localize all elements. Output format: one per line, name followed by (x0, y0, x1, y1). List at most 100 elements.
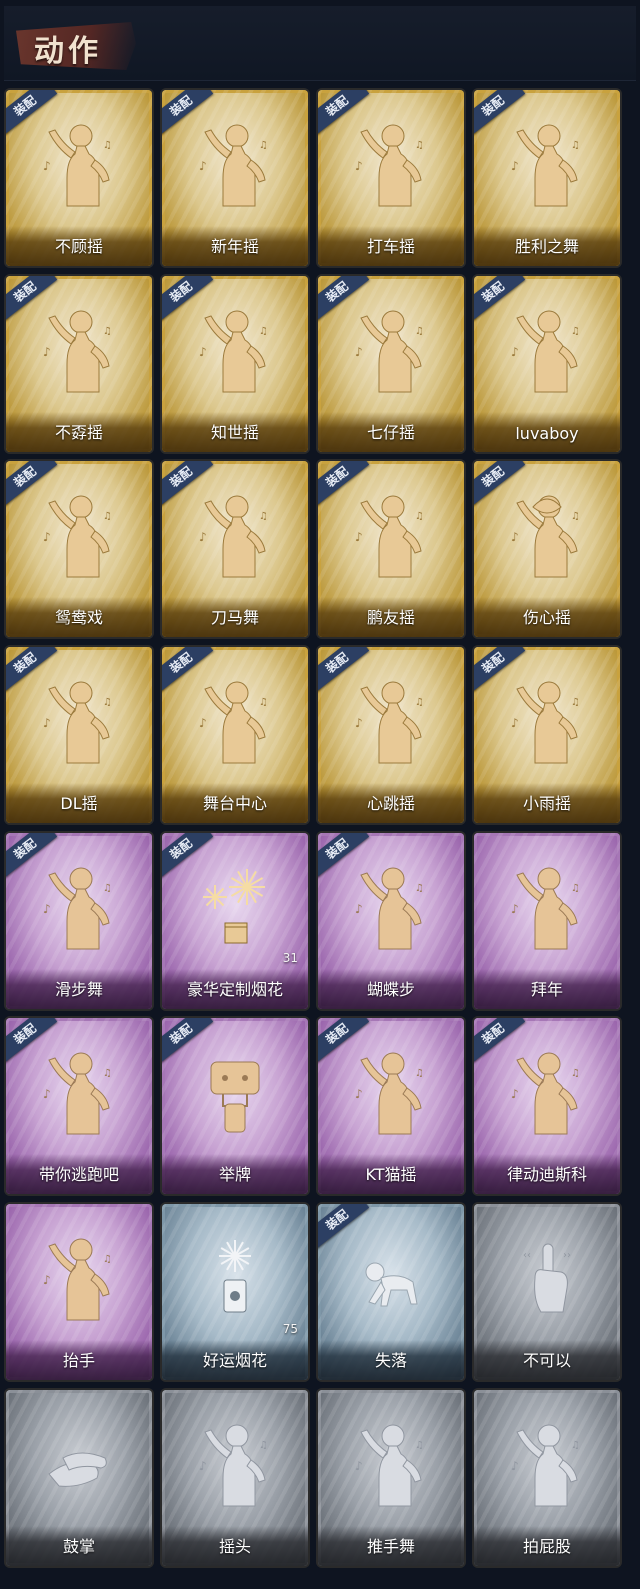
dance-figure-icon: ♪♫ (351, 675, 431, 767)
card-name: 新年摇 (210, 237, 259, 256)
svg-text:♫: ♫ (103, 140, 112, 151)
dance-figure-icon: ♪♫ (195, 304, 275, 396)
dance-figure-icon: ♪♫ (507, 304, 587, 396)
emote-card[interactable]: 豪华定制烟花 装配 31 (162, 833, 308, 1009)
dance-figure-icon: ♪♫ (507, 675, 587, 767)
emote-card[interactable]: 鼓掌 (6, 1390, 152, 1566)
emote-card[interactable]: ♪ ♫ 胜利之舞 装配 (474, 90, 620, 266)
crawling-figure-icon (365, 1262, 418, 1307)
svg-text:♫: ♫ (571, 697, 580, 708)
dance-figure-icon: ♪♫ (199, 681, 268, 764)
emote-card[interactable]: ♪ ♫ 小雨摇 装配 (474, 647, 620, 823)
svg-text:♫: ♫ (259, 697, 268, 708)
emote-card[interactable]: ♪ ♫ 鹏友摇 装配 (318, 461, 464, 637)
svg-text:♫: ♫ (571, 883, 580, 894)
emote-card[interactable]: 举牌 装配 (162, 1018, 308, 1194)
emote-card[interactable]: ♪ ♫ 知世摇 装配 (162, 276, 308, 452)
emote-card[interactable]: ♪ ♫ 新年摇 装配 (162, 90, 308, 266)
dance-figure-icon: ♪♫ (39, 861, 119, 953)
svg-text:♪: ♪ (511, 902, 519, 916)
emote-card[interactable]: ♪ ♫ 伤心摇 装配 (474, 461, 620, 637)
svg-text:♪: ♪ (355, 716, 363, 730)
dance-figure-icon: ♪♫ (39, 675, 119, 767)
emote-card[interactable]: ♪ ♫ 不孬摇 装配 (6, 276, 152, 452)
card-name: 鼓掌 (62, 1537, 95, 1556)
emote-card[interactable]: ‹‹ ›› 不可以 (474, 1204, 620, 1380)
emote-card[interactable]: ♪ ♫ 打车摇 装配 (318, 90, 464, 266)
dance-figure-icon: ♪♫ (355, 310, 424, 393)
svg-text:♪: ♪ (355, 1087, 363, 1101)
emote-card[interactable]: ♪ ♫ 七仔摇 装配 (318, 276, 464, 452)
card-name: 知世摇 (210, 423, 259, 442)
svg-text:♫: ♫ (259, 140, 268, 151)
emote-card[interactable]: ♪ ♫ 心跳摇 装配 (318, 647, 464, 823)
svg-text:♪: ♪ (43, 902, 51, 916)
spank-figure-icon: ♪♫ (507, 1418, 587, 1510)
svg-text:››: ›› (563, 1250, 571, 1261)
card-name: 蝴蝶步 (366, 980, 415, 999)
emote-card[interactable]: 好运烟花 75 (162, 1204, 308, 1380)
dance-figure-icon: ♪♫ (195, 118, 275, 210)
emote-card[interactable]: ♪ ♫ 推手舞 (318, 1390, 464, 1566)
card-name: 抬手 (62, 1351, 95, 1370)
greeting-figure-icon: ♪♫ (511, 867, 580, 950)
svg-text:♪: ♪ (511, 1459, 519, 1473)
dance-figure-icon: ♪♫ (43, 867, 112, 950)
card-name: 豪华定制烟花 (186, 980, 283, 999)
emote-card[interactable]: ♪ ♫ 抬手 (6, 1204, 152, 1380)
dance-figure-icon: ♪♫ (43, 1052, 112, 1135)
emote-card[interactable]: ♪ ♫ 拍屁股 (474, 1390, 620, 1566)
sign-figure-icon (210, 1061, 260, 1133)
svg-text:♪: ♪ (511, 716, 519, 730)
svg-text:♪: ♪ (355, 159, 363, 173)
emote-card[interactable]: ♪ ♫ 律动迪斯科 装配 (474, 1018, 620, 1194)
dance-figure-icon: ♪♫ (39, 489, 119, 581)
disco-figure-icon: ♪♫ (507, 1046, 587, 1138)
dance-figure-icon: ♪♫ (39, 118, 119, 210)
emote-card[interactable]: ♪ ♫ 不顾摇 装配 (6, 90, 152, 266)
dance-figure-icon: ♪♫ (355, 867, 424, 950)
svg-text:♪: ♪ (199, 716, 207, 730)
svg-text:♫: ♫ (571, 1440, 580, 1451)
svg-text:♫: ♫ (571, 1068, 580, 1079)
emote-card[interactable]: ♪ ♫ DL摇 装配 (6, 647, 152, 823)
emote-card[interactable]: 失落 装配 (318, 1204, 464, 1380)
card-name: 不顾摇 (54, 237, 103, 256)
svg-text:♪: ♪ (511, 159, 519, 173)
svg-text:♫: ♫ (259, 326, 268, 337)
emote-card[interactable]: ♪ ♫ 舞台中心 装配 (162, 647, 308, 823)
emote-card[interactable]: ♪ ♫ 滑步舞 装配 (6, 833, 152, 1009)
firework-tube-icon (195, 1232, 275, 1324)
svg-text:♫: ♫ (415, 326, 424, 337)
emote-card[interactable]: ♪ ♫ KT猫摇 装配 (318, 1018, 464, 1194)
dance-figure-icon: ♪♫ (355, 681, 424, 764)
emote-grid: ♪ ♫ 不顾摇 装配 ♪ ♫ 新年摇 装配 ♪ ♫ 打车摇 装配 ♪ ♫ 胜利之舞 装配 ♪ ♫ 不孬摇 装配 ♪ ♫ 知世… (0, 0, 640, 1589)
emote-card[interactable]: ♪ ♫ 蝴蝶步 装配 (318, 833, 464, 1009)
finger-no-icon: ‹‹ ›› (523, 1243, 571, 1313)
dance-figure-icon: ♪♫ (43, 495, 112, 578)
card-name: 鹏友摇 (366, 608, 415, 627)
card-name: 律动迪斯科 (506, 1165, 587, 1184)
emote-card[interactable]: ♪ ♫ 带你逃跑吧 装配 (6, 1018, 152, 1194)
dance-figure-icon: ♪♫ (43, 124, 112, 207)
svg-text:♪: ♪ (43, 716, 51, 730)
emote-card[interactable]: ♪ ♫ 刀马舞 装配 (162, 461, 308, 637)
svg-text:♫: ♫ (571, 140, 580, 151)
svg-text:♫: ♫ (103, 326, 112, 337)
emote-card[interactable]: ♪ ♫ luvaboy 装配 (474, 276, 620, 452)
dance-figure-icon: ♪♫ (351, 861, 431, 953)
shake-head-figure-icon: ♪♫ (195, 1418, 275, 1510)
svg-text:♫: ♫ (103, 511, 112, 522)
emote-card[interactable]: ♪ ♫ 鸳鸯戏 装配 (6, 461, 152, 637)
raise-hand-figure-icon: ♪♫ (43, 1238, 112, 1321)
svg-text:♫: ♫ (415, 1068, 424, 1079)
dance-figure-icon: ♪♫ (195, 675, 275, 767)
clapping-hands-icon (39, 1418, 119, 1510)
card-name: 伤心摇 (522, 608, 571, 627)
emote-card[interactable]: ♪ ♫ 拜年 (474, 833, 620, 1009)
svg-text:♪: ♪ (355, 902, 363, 916)
dance-figure-icon: ♪♫ (355, 124, 424, 207)
dance-figure-icon: ♪♫ (507, 118, 587, 210)
svg-text:♪: ♪ (511, 530, 519, 544)
emote-card[interactable]: ♪ ♫ 摇头 (162, 1390, 308, 1566)
